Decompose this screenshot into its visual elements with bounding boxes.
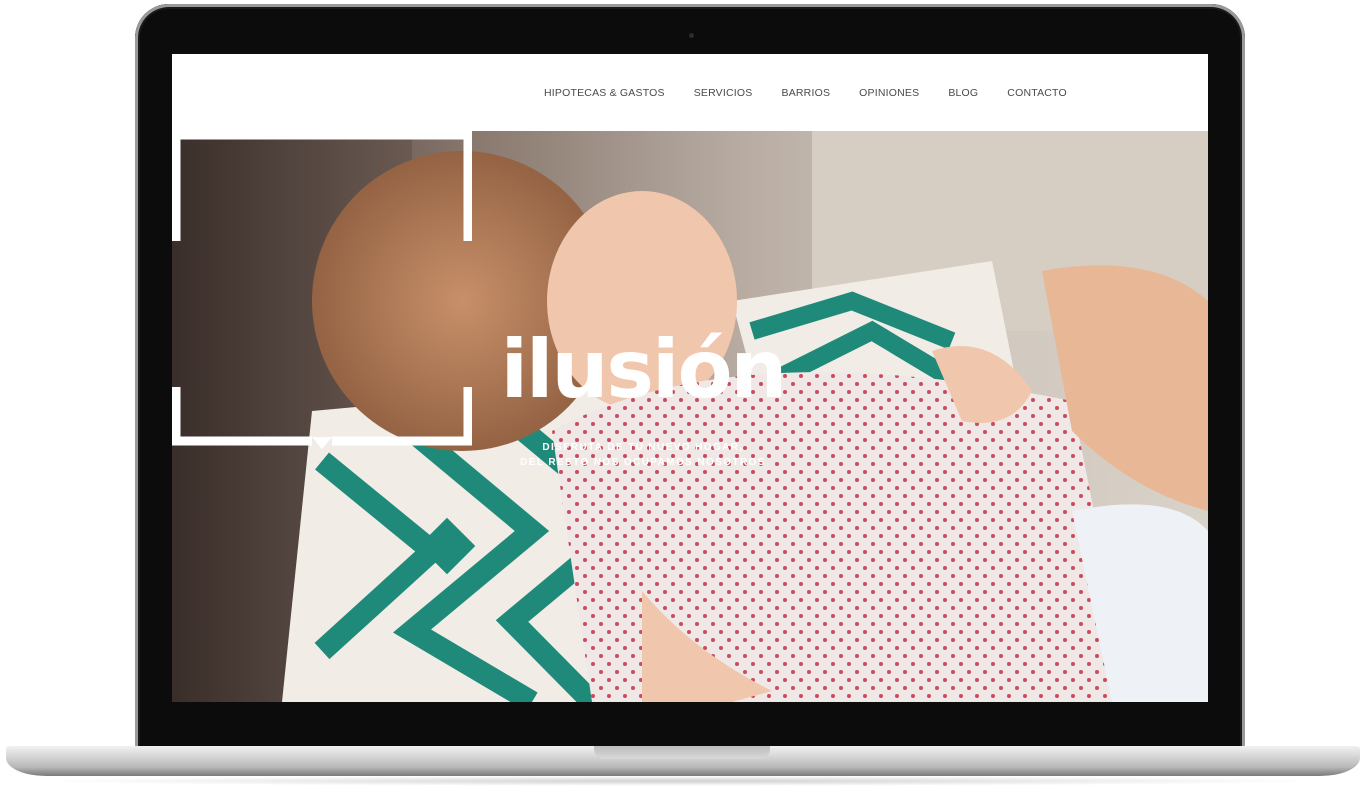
nav-item-barrios[interactable]: BARRIOS <box>781 87 830 99</box>
hero-tagline: DISFRUTA DE TU NUEVO HOGAR, DEL RESTO NO… <box>478 440 808 470</box>
laptop-screen: HIPOTECAS & GASTOS SERVICIOS BARRIOS OPI… <box>172 54 1208 702</box>
main-nav: HIPOTECAS & GASTOS SERVICIOS BARRIOS OPI… <box>172 54 1208 131</box>
hero-headline: ilusión <box>500 323 788 416</box>
logo-frame <box>172 131 472 449</box>
laptop-shadow <box>30 776 1330 786</box>
nav-item-contacto[interactable]: CONTACTO <box>1007 87 1067 99</box>
speech-notch <box>312 437 332 449</box>
tagline-line-2: DEL RESTO NOS OCUPAMOS NOSOTROS <box>520 457 766 468</box>
product-mockup: HIPOTECAS & GASTOS SERVICIOS BARRIOS OPI… <box>0 0 1363 791</box>
nav-item-blog[interactable]: BLOG <box>948 87 978 99</box>
nav-item-hipotecas[interactable]: HIPOTECAS & GASTOS <box>544 87 665 99</box>
nav-item-opiniones[interactable]: OPINIONES <box>859 87 919 99</box>
tagline-line-1: DISFRUTA DE TU NUEVO HOGAR, <box>542 442 744 453</box>
hero-image <box>172 131 1208 702</box>
nav-item-servicios[interactable]: SERVICIOS <box>694 87 753 99</box>
camera-dot <box>689 33 694 38</box>
laptop-base-notch <box>594 746 770 759</box>
